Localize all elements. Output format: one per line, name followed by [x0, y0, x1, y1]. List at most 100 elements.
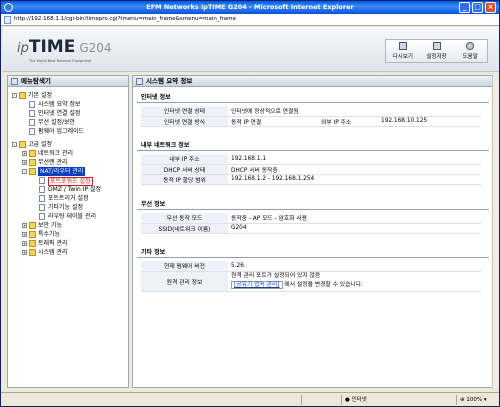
tree-item[interactable]: 펌웨어 업그레이드: [8, 127, 128, 136]
expand-icon[interactable]: +: [22, 241, 27, 246]
tree-item-label[interactable]: 시스템 요약 정보: [38, 100, 80, 109]
expand-icon[interactable]: +: [22, 151, 27, 156]
tree-item[interactable]: 무선 설정/보안: [8, 118, 128, 127]
maximize-button[interactable]: □: [472, 2, 483, 13]
tree-item[interactable]: + 무선랜 관리: [8, 158, 128, 167]
tree-item-label[interactable]: NAT/라우터 관리: [38, 167, 86, 176]
help-icon: [466, 42, 475, 50]
help-button[interactable]: 도움말: [453, 40, 487, 62]
tree-item[interactable]: 인터넷 연결 설정: [8, 109, 128, 118]
tree-item[interactable]: + 트래픽 관리: [8, 239, 128, 248]
folder-icon: [29, 150, 36, 157]
tree-item-label[interactable]: 보안 기능: [38, 221, 62, 230]
expand-icon[interactable]: +: [22, 160, 27, 165]
reload-button[interactable]: 다시보기: [386, 40, 420, 62]
info-table: 내부 IP 주소 192.168.1.1 DHCP 서버 상태 DHCP 서버 동작중…: [141, 154, 481, 185]
tree-item[interactable]: - 고급 설정: [8, 140, 128, 149]
tree-item[interactable]: DMZ / Twin IP 설정: [8, 185, 128, 194]
row-value: 192.168.1.1: [228, 154, 481, 165]
row-key: 동적 IP 할당 범위: [141, 174, 228, 185]
folder-icon: [29, 231, 36, 238]
section-title: 기타 정보: [141, 249, 166, 256]
table-row: 인터넷 연결 방식 동적 IP 연결 외부 IP 주소 192.168.10.125: [141, 116, 481, 127]
page-icon: [39, 213, 45, 220]
row-key: 무선 동작 모드: [141, 213, 228, 224]
tree-item-label[interactable]: 펌웨어 업그레이드: [38, 127, 84, 136]
row-key: 인터넷 연결 방식: [141, 116, 228, 127]
tree-item-label[interactable]: 포트트리거 설정: [48, 194, 89, 203]
tree-item[interactable]: - 기본 설정: [8, 91, 128, 100]
row-key: 내부 IP 주소: [141, 154, 228, 165]
zoom-level[interactable]: 100%: [466, 397, 482, 403]
expand-icon[interactable]: +: [22, 223, 27, 228]
save-icon: [432, 42, 441, 50]
title-bar: EFM Networks ipTIME G204 - Microsoft Int…: [1, 1, 499, 14]
page-icon: [39, 186, 45, 193]
tree-item-label[interactable]: DMZ / Twin IP 설정: [48, 185, 101, 194]
vertical-scrollbar[interactable]: [492, 75, 498, 388]
page-icon: [39, 195, 45, 202]
row-value: 동적 IP 연결: [228, 116, 318, 127]
zoom-control[interactable]: ⊕ 100% ▾: [456, 395, 498, 405]
row-value-secondary: 192.168.10.125: [378, 116, 481, 127]
tree-item-label[interactable]: 고급 설정: [28, 140, 52, 149]
expand-icon[interactable]: +: [22, 232, 27, 237]
reload-button-label: 다시보기: [392, 54, 413, 60]
collapse-icon[interactable]: -: [12, 93, 17, 98]
tree-item[interactable]: 기타기능 설정: [8, 203, 128, 212]
folder-icon: [29, 159, 36, 166]
tree-item-label[interactable]: 네트워크 관리: [38, 149, 73, 158]
tree-item[interactable]: - NAT/라우터 관리: [8, 167, 128, 176]
folder-icon: [29, 222, 36, 229]
logo-time-text: TIME: [28, 37, 76, 57]
page-icon: [29, 119, 35, 126]
summary-panel-title: 시스템 요약 정보: [146, 77, 193, 85]
tree-item[interactable]: + 시스템 관리: [8, 248, 128, 257]
table-row: 동적 IP 할당 범위 192.168.1.2 - 192.168.1.254: [141, 174, 481, 185]
collapse-icon[interactable]: -: [12, 142, 17, 147]
row-value: 원격 관리 포트가 설정되어 있지 않음: [231, 273, 321, 279]
save-config-button[interactable]: 설정저장: [420, 40, 454, 62]
tree-item[interactable]: + 특수기능: [8, 230, 128, 239]
tree-item[interactable]: 라우팅 테이블 관리: [8, 212, 128, 221]
address-bar[interactable]: http://192.168.1.1/cgi-bin/timepro.cgi?t…: [1, 14, 499, 26]
row-value: 5.26: [228, 261, 481, 272]
tree-item-label[interactable]: 인터넷 연결 설정: [38, 109, 80, 118]
row-value: G204: [228, 223, 481, 234]
tree-item[interactable]: 포트포워드 설정: [8, 176, 128, 186]
tree-item[interactable]: 시스템 요약 정보: [8, 100, 128, 109]
expand-icon[interactable]: +: [22, 250, 27, 255]
logo-tagline: The World Best Network Equipment: [29, 59, 92, 63]
collapse-icon[interactable]: -: [22, 169, 27, 174]
tree-item-label[interactable]: 무선 설정/보안: [38, 118, 75, 127]
row-value: DHCP 서버 동작중: [228, 164, 481, 175]
tree-item-label[interactable]: 시스템 관리: [38, 248, 68, 257]
section-divider: [137, 209, 489, 210]
table-row: 인터넷 연결 상태 인터넷에 정상적으로 연결됨: [141, 106, 481, 117]
tree-item-label[interactable]: 기본 설정: [28, 91, 52, 100]
tree-item[interactable]: + 네트워크 관리: [8, 149, 128, 158]
link-line: [공유기 접속 관리] 에서 설정을 변경할 수 있습니다.: [231, 281, 478, 290]
info-table: 무선 동작 모드 동작중 - AP 모드 - 암호화 사용 SSID(네트워크 이름…: [141, 213, 481, 234]
tree-item[interactable]: + 보안 기능: [8, 221, 128, 230]
page-icon: [39, 177, 45, 184]
row-key: 현재 펌웨어 버전: [141, 261, 228, 272]
table-row: 내부 IP 주소 192.168.1.1: [141, 154, 481, 165]
save-config-button-label: 설정저장: [426, 54, 447, 60]
close-button[interactable]: ×: [485, 2, 496, 13]
router-access-link[interactable]: [공유기 접속 관리]: [231, 281, 283, 289]
refresh-icon: [398, 42, 407, 50]
tree-item[interactable]: 포트트리거 설정: [8, 194, 128, 203]
tree-item-label[interactable]: 무선랜 관리: [38, 158, 68, 167]
tree-item-label[interactable]: 특수기능: [38, 230, 60, 239]
section-title: 내부 네트워크 정보: [141, 142, 190, 149]
tree-item-label[interactable]: 라우팅 테이블 관리: [48, 212, 96, 221]
tree-item-label[interactable]: 기타기능 설정: [48, 203, 83, 212]
help-button-label: 도움말: [462, 54, 478, 60]
section-divider: [137, 257, 489, 258]
minimize-button[interactable]: _: [459, 2, 470, 13]
tree-item-label[interactable]: 트래픽 관리: [38, 239, 68, 248]
address-url[interactable]: http://192.168.1.1/cgi-bin/timepro.cgi?t…: [14, 16, 236, 22]
section-title: 무선 정보: [141, 201, 166, 208]
folder-icon: [19, 141, 26, 148]
